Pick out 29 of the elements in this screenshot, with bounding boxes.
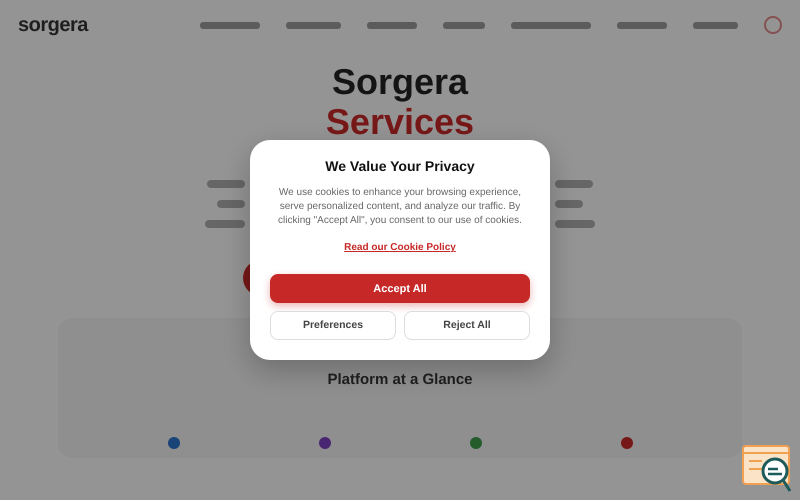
hero-title: Sorgera bbox=[330, 62, 470, 102]
accept-button[interactable]: Accept All bbox=[270, 274, 530, 304]
nav-item-placeholder[interactable] bbox=[286, 22, 341, 28]
text-placeholder-bar bbox=[207, 180, 245, 188]
dialog-title: We Value Your Privacy bbox=[324, 158, 476, 174]
feature-icon bbox=[470, 437, 482, 450]
text-placeholder-bar bbox=[555, 200, 583, 208]
text-placeholder-bar bbox=[555, 180, 593, 188]
nav-item-placeholder[interactable] bbox=[511, 22, 591, 28]
feature-icon bbox=[620, 437, 632, 450]
dialog-text: We use cookies to enhance your browsing experience, serve personalized content, and analyze our traffic. By clicking "Accept All", you consent to our use of cookies. bbox=[277, 186, 523, 228]
avatar-icon[interactable] bbox=[764, 16, 782, 34]
nav-item-placeholder[interactable] bbox=[200, 22, 260, 28]
hero-subtitle: Services bbox=[326, 102, 474, 142]
text-placeholder-bar bbox=[205, 220, 245, 228]
nav-item-placeholder[interactable] bbox=[617, 22, 667, 28]
section-title: Platform at a Glance bbox=[326, 370, 474, 390]
feature-icon bbox=[318, 437, 330, 450]
logo[interactable]: sorgera bbox=[18, 10, 88, 40]
nav-item-placeholder[interactable] bbox=[693, 22, 738, 28]
option-button[interactable]: Preferences bbox=[270, 311, 396, 340]
nav-item-placeholder[interactable] bbox=[443, 22, 485, 28]
option-button[interactable]: Reject All bbox=[404, 311, 530, 340]
text-placeholder-bar bbox=[555, 220, 595, 228]
chat-widget-icon[interactable] bbox=[742, 445, 792, 493]
nav-item-placeholder[interactable] bbox=[367, 22, 417, 28]
text-placeholder-bar bbox=[217, 200, 245, 208]
cookie-policy-link[interactable]: Read our Cookie Policy bbox=[344, 242, 456, 254]
feature-icon bbox=[168, 437, 180, 450]
